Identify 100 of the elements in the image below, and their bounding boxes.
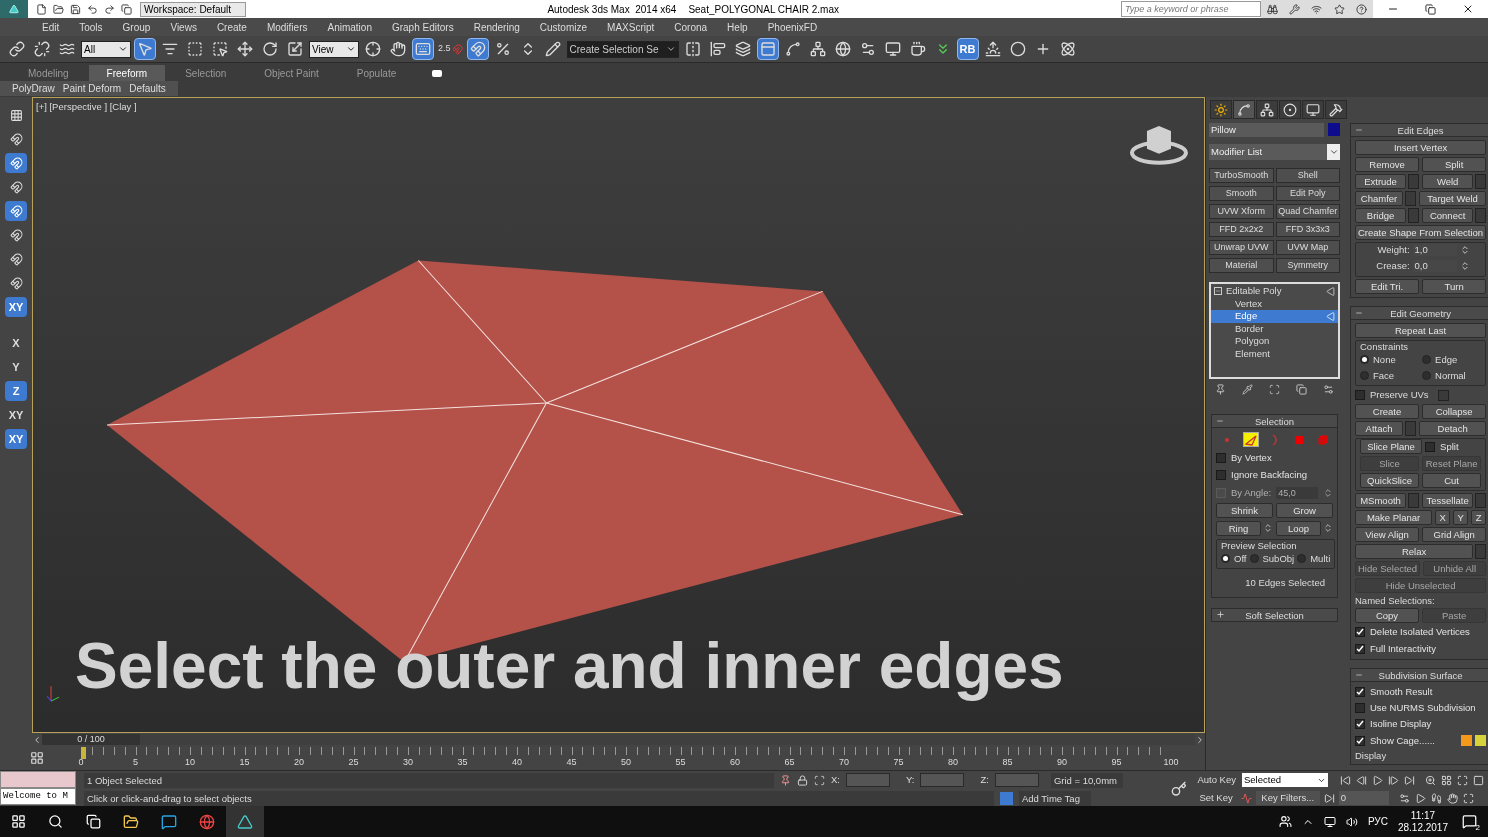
menu-item[interactable]: Modifiers	[266, 19, 308, 35]
ribbon-panel-tab[interactable]: Defaults	[129, 81, 166, 96]
stack-item[interactable]: Edge	[1211, 310, 1338, 323]
ribbon-tab[interactable]: Freeform	[88, 65, 166, 81]
frame-field[interactable]: 0	[1338, 791, 1389, 805]
panel-button[interactable]: Copy	[1355, 608, 1420, 624]
modifier-button[interactable]: Shell	[1275, 168, 1340, 183]
auto-key-button[interactable]: Auto Key	[1195, 772, 1238, 788]
stack-item[interactable]: Polygon	[1211, 335, 1338, 348]
modifier-button[interactable]: Material	[1209, 258, 1274, 273]
dropdown[interactable]: All	[81, 40, 131, 58]
stack-item[interactable]: Editable Poly	[1211, 285, 1338, 298]
modifier-button[interactable]: TurboSmooth	[1209, 168, 1274, 183]
panel-button[interactable]: Weld	[1422, 174, 1474, 189]
modifier-button[interactable]: Symmetry	[1275, 258, 1340, 273]
snap-button[interactable]: 2.5	[437, 38, 464, 60]
panel-button[interactable]: MSmooth	[1355, 493, 1407, 509]
panel-button[interactable]: Grid Align	[1422, 527, 1487, 543]
dropdown[interactable]: View	[309, 40, 359, 58]
axis-button[interactable]: X	[1435, 510, 1451, 526]
workspace-dropdown[interactable]: Workspace: Default	[140, 1, 246, 17]
panel-button[interactable]: Create Shape From Selection	[1355, 225, 1487, 240]
menu-item[interactable]: Group	[122, 19, 151, 35]
panel-button[interactable]: Relax	[1355, 544, 1474, 560]
modifier-button[interactable]: Smooth	[1209, 186, 1274, 201]
panel-button[interactable]: Edit Tri.	[1355, 278, 1420, 294]
object-name-field[interactable]: Pillow	[1209, 123, 1324, 137]
menu-item[interactable]: Customize	[539, 19, 588, 35]
menu-item[interactable]: Edit	[42, 19, 60, 35]
clock[interactable]: 11:17 28.12.2017	[1397, 809, 1448, 834]
axis-button[interactable]: Y	[1453, 510, 1469, 526]
axis-constraint-button[interactable]: XY	[5, 429, 27, 449]
perspective-viewport[interactable]: [+] [Perspective ] [Clay ] Select the outer and inner edges	[32, 97, 1205, 733]
panel-button[interactable]: Create	[1355, 404, 1420, 420]
axis-button[interactable]: Z	[1471, 510, 1487, 526]
stack-item[interactable]: Border	[1211, 322, 1338, 335]
modifier-button[interactable]: UVW Map	[1275, 240, 1340, 255]
panel-button[interactable]: Collapse	[1422, 404, 1487, 420]
notifications-button[interactable]: 2	[1458, 811, 1480, 832]
modifier-button[interactable]: UVW Xform	[1209, 204, 1274, 219]
panel-button[interactable]: Bridge	[1355, 208, 1407, 223]
modifier-button[interactable]: FFD 2x2x2	[1209, 222, 1274, 237]
menu-item[interactable]: Animation	[327, 19, 372, 35]
panel-button[interactable]: Make Planar	[1355, 510, 1433, 526]
key-filters-button[interactable]: Key Filters...	[1255, 791, 1320, 805]
ribbon-panel-tab[interactable]: Paint Deform	[62, 81, 122, 96]
panel-button[interactable]: Extrude	[1355, 174, 1407, 189]
panel-button[interactable]: Slice Plane	[1360, 439, 1423, 455]
menu-item[interactable]: Graph Editors	[391, 19, 454, 35]
panel-button[interactable]: QuickSlice	[1360, 473, 1420, 489]
ribbon-tab[interactable]: Modeling	[10, 65, 87, 81]
axis-constraint-button[interactable]: Y	[5, 357, 27, 377]
menu-item[interactable]: Create	[216, 19, 247, 35]
panel-button[interactable]: Target Weld	[1419, 191, 1487, 206]
modifier-button[interactable]: FFD 3x3x3	[1275, 222, 1340, 237]
modifier-button[interactable]: Edit Poly	[1275, 186, 1340, 201]
panel-button[interactable]: Tessellate	[1422, 493, 1474, 509]
language-indicator[interactable]: РУС	[1367, 814, 1388, 829]
dropdown[interactable]: Create Selection Se	[566, 40, 679, 58]
modifier-list-dropdown[interactable]: Modifier List	[1209, 144, 1340, 160]
rollout-header[interactable]: Selection	[1211, 414, 1338, 428]
menu-item[interactable]: MAXScript	[607, 19, 655, 35]
time-slider-thumb[interactable]: 0 / 100	[42, 734, 140, 745]
panel-button[interactable]: Grow	[1276, 502, 1333, 518]
panel-button[interactable]: Attach	[1355, 421, 1404, 437]
key-mode-dropdown[interactable]: Selected	[1242, 773, 1328, 787]
viewport-label[interactable]: [+] [Perspective ] [Clay ]	[36, 100, 137, 115]
panel-button[interactable]: Repeat Last	[1355, 322, 1487, 338]
rollout-header[interactable]: Edit Geometry	[1350, 305, 1488, 320]
menu-item[interactable]: PhoenixFD	[767, 19, 818, 35]
panel-button[interactable]: Connect	[1422, 208, 1474, 223]
rollout-header[interactable]: Edit Edges	[1350, 123, 1488, 137]
ribbon-tab[interactable]: Populate	[338, 65, 415, 81]
panel-button[interactable]: Cut	[1422, 473, 1482, 489]
search-field[interactable]: Type a keyword or phrase	[1121, 1, 1261, 17]
ribbon-panel-tab[interactable]: PolyDraw	[12, 81, 55, 96]
panel-button[interactable]: Split	[1422, 157, 1487, 172]
axis-constraint-button[interactable]: XY	[5, 405, 27, 425]
panel-button[interactable]: Turn	[1422, 278, 1487, 294]
axis-constraint-button[interactable]: X	[5, 333, 27, 353]
panel-button[interactable]: Ring	[1216, 520, 1261, 536]
panel-button[interactable]: View Align	[1355, 527, 1420, 543]
rollout-header[interactable]: Subdivision Surface	[1350, 667, 1488, 682]
ribbon-tab[interactable]: Object Paint	[246, 65, 337, 81]
panel-button[interactable]: Loop	[1276, 520, 1321, 536]
panel-button[interactable]: Remove	[1355, 157, 1420, 172]
panel-button[interactable]: Chamfer	[1355, 191, 1404, 206]
add-time-tag-button[interactable]: Add Time Tag	[1019, 790, 1091, 806]
rb-button[interactable]: RB	[956, 38, 979, 60]
rollout-header[interactable]: Soft Selection	[1211, 608, 1338, 623]
stack-item[interactable]: Vertex	[1211, 297, 1338, 310]
menu-item[interactable]: Tools	[79, 19, 103, 35]
panel-button[interactable]: Detach	[1419, 421, 1487, 437]
panel-button[interactable]: Insert Vertex	[1355, 140, 1487, 155]
menu-item[interactable]: Views	[170, 19, 197, 35]
stack-item[interactable]: Element	[1211, 347, 1338, 360]
panel-button[interactable]: Shrink	[1216, 502, 1273, 518]
axis-constraint-button[interactable]: Z	[5, 381, 27, 401]
modifier-button[interactable]: Unwrap UVW	[1209, 240, 1274, 255]
axis-constraint-button[interactable]: XY	[5, 297, 27, 317]
